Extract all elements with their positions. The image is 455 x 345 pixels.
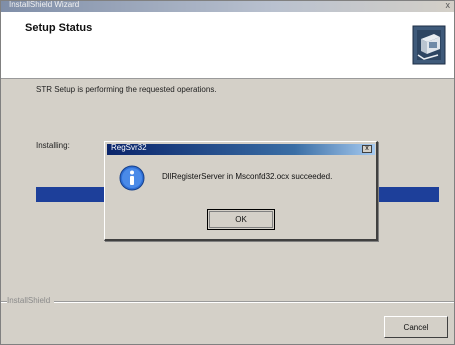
dialog-message: DllRegisterServer in Msconfd32.ocx succe… <box>162 172 333 181</box>
installer-window: InstallShield Wizard x Setup Status STR … <box>0 0 455 345</box>
window-title: InstallShield Wizard <box>9 0 80 9</box>
message-dialog: RegSvr32 x DllRegisterServer in Msconfd3… <box>104 141 378 241</box>
info-icon <box>119 165 145 191</box>
brand-label: InstallShield <box>7 296 55 305</box>
dialog-titlebar: RegSvr32 x <box>107 143 375 155</box>
installing-label: Installing: <box>36 141 70 150</box>
page-title: Setup Status <box>25 22 93 34</box>
window-close-button[interactable]: x <box>446 0 451 10</box>
setup-computer-icon <box>412 25 446 65</box>
wizard-header: Setup Status <box>1 12 454 79</box>
status-text: STR Setup is performing the requested op… <box>36 85 217 94</box>
window-titlebar: InstallShield Wizard x <box>1 0 454 12</box>
ok-button[interactable]: OK <box>207 209 275 230</box>
dialog-title: RegSvr32 <box>111 143 147 152</box>
cancel-button[interactable]: Cancel <box>384 316 448 338</box>
dialog-close-button[interactable]: x <box>362 145 372 153</box>
footer-divider <box>1 301 454 303</box>
